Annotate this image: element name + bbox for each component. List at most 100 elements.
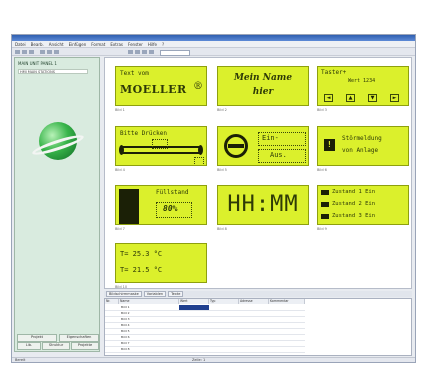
panel-text: Bitte Drücken <box>120 130 167 137</box>
conveyor-belt-lower <box>122 152 200 154</box>
panel-title: Mein Name <box>233 73 293 83</box>
lcd-panel-6[interactable]: ! Störmeldung von Anlage <box>317 126 409 166</box>
copy-icon[interactable] <box>47 50 52 54</box>
temperature-2: T= 21.5 °C <box>120 266 163 274</box>
table-row[interactable]: Bild 8 <box>105 347 305 353</box>
roller-left-icon <box>119 145 124 155</box>
tank-level-bar <box>119 189 139 224</box>
sidebar-title: MAIN UNIT PANEL 1 <box>18 61 57 66</box>
save-icon[interactable] <box>29 50 34 54</box>
fill-level-value: 80% <box>163 204 178 213</box>
menu-item-about[interactable]: ? <box>162 42 164 47</box>
menu-item-edit[interactable]: Bearb. <box>31 42 44 47</box>
warning-icon: ! <box>327 140 332 149</box>
panel-caption: Bild 10 <box>115 285 128 289</box>
switch-bar-icon <box>228 144 244 148</box>
clock-display: HH:MM <box>227 192 299 217</box>
lcd-panel-3[interactable]: Taster+ Wert 1234 ◄ ▲ ▼ ► <box>317 66 409 106</box>
cut-icon[interactable] <box>40 50 45 54</box>
app-window: Datei Bearb. Ansicht Einfügen Format Ext… <box>11 34 416 363</box>
status-icon <box>321 190 329 195</box>
align-icon[interactable] <box>149 50 154 54</box>
lcd-panel-5[interactable]: Ein- Aus. <box>217 126 309 166</box>
selected-cell[interactable] <box>179 305 209 310</box>
off-label: Aus. <box>270 151 287 159</box>
lcd-panel-7[interactable]: Füllstand 80% <box>115 185 207 225</box>
registered-icon: ® <box>193 81 203 92</box>
column-header[interactable]: Name <box>119 299 179 304</box>
sidebar-subtitle[interactable]: HMI MAIN STATIONS <box>18 69 88 74</box>
left-arrow-icon[interactable]: ◄ <box>324 94 333 102</box>
on-label: Ein- <box>262 134 279 142</box>
lcd-panel-9[interactable]: Zustand 1 Ein Zustand 2 Ein Zustand 3 Ei… <box>317 185 409 225</box>
tab-texts[interactable]: Texte <box>168 291 184 297</box>
menu-item-extras[interactable]: Extras <box>110 42 123 47</box>
zoom-select[interactable] <box>160 50 190 56</box>
column-header[interactable]: Adresse <box>239 299 269 304</box>
lcd-panel-2[interactable]: Mein Name hier <box>217 66 309 106</box>
project-sidebar: MAIN UNIT PANEL 1 HMI MAIN STATIONS Proj… <box>14 57 100 352</box>
menu-bar: Datei Bearb. Ansicht Einfügen Format Ext… <box>12 41 415 48</box>
open-icon[interactable] <box>22 50 27 54</box>
panel-caption: Bild 1 <box>115 108 125 112</box>
roller-right-icon <box>198 145 203 155</box>
status-row-1: Zustand 1 Ein <box>332 189 376 195</box>
lcd-panel-4[interactable]: Bitte Drücken <box>115 126 207 166</box>
column-header[interactable]: Nr. <box>105 299 119 304</box>
down-arrow-icon[interactable]: ▼ <box>368 94 377 102</box>
menu-item-view[interactable]: Ansicht <box>49 42 64 47</box>
data-grid: Nr. Name Wert Typ Adresse Kommentar Bild… <box>104 298 412 356</box>
status-icon <box>321 202 329 207</box>
right-arrow-icon[interactable]: ► <box>390 94 399 102</box>
panel-caption: Bild 7 <box>115 227 125 231</box>
tab-properties[interactable]: Eigenschaften <box>59 334 99 342</box>
column-header[interactable]: Kommentar <box>269 299 305 304</box>
column-header[interactable]: Wert <box>179 299 209 304</box>
panel-caption: Bild 6 <box>317 168 327 172</box>
panel-caption: Bild 2 <box>217 108 227 112</box>
moeller-logo: MOELLER <box>120 83 187 96</box>
editor-tab-row: Bildschirmmaske Variablen Texte <box>104 291 412 297</box>
tab-screen-mask[interactable]: Bildschirmmaske <box>106 291 142 297</box>
alarm-line-1: Störmeldung <box>342 135 382 142</box>
tab-library[interactable]: Lib. <box>17 342 41 350</box>
menu-item-window[interactable]: Fenster <box>128 42 143 47</box>
conveyor-item-icon <box>152 139 168 149</box>
tab-project[interactable]: Projekt <box>17 334 57 342</box>
tab-structure[interactable]: Struktur <box>42 342 70 350</box>
status-bar: Bereit Zeile: 1 <box>12 357 415 362</box>
panel-caption: Bild 3 <box>317 108 327 112</box>
lcd-panel-8[interactable]: HH:MM <box>217 185 309 225</box>
panel-caption: Bild 8 <box>217 227 227 231</box>
menu-item-file[interactable]: Datei <box>15 42 26 47</box>
menu-item-help[interactable]: Hilfe <box>148 42 157 47</box>
alarm-line-2: von Anlage <box>342 147 379 154</box>
grid-icon[interactable] <box>142 50 147 54</box>
button-icon[interactable] <box>194 157 204 165</box>
status-icon <box>321 214 329 219</box>
status-row-3: Zustand 3 Ein <box>332 213 376 219</box>
toolbar <box>12 48 415 56</box>
status-row-2: Zustand 2 Ein <box>332 201 376 207</box>
column-header[interactable]: Typ <box>209 299 239 304</box>
panel-text: Taster+ <box>321 69 347 76</box>
panel-subtitle: hier <box>252 87 274 97</box>
status-text: Bereit <box>15 358 26 362</box>
fill-level-label: Füllstand <box>156 189 189 196</box>
tab-variables[interactable]: Variablen <box>143 291 167 297</box>
panel-text: Text vom <box>120 70 149 77</box>
tab-projects[interactable]: Projekte <box>71 342 99 350</box>
zoom-out-icon[interactable] <box>135 50 140 54</box>
lcd-panel-1[interactable]: Text vom MOELLER ® <box>115 66 207 106</box>
menu-item-insert[interactable]: Einfügen <box>69 42 87 47</box>
panel-caption: Bild 4 <box>115 168 125 172</box>
status-position: Zeile: 1 <box>192 358 206 362</box>
panel-caption: Bild 5 <box>217 168 227 172</box>
menu-item-format[interactable]: Format <box>91 42 105 47</box>
new-icon[interactable] <box>15 50 20 54</box>
paste-icon[interactable] <box>54 50 59 54</box>
lcd-panel-10[interactable]: T= 25.3 °C T= 21.5 °C <box>115 243 207 283</box>
screen-editor-canvas[interactable]: Text vom MOELLER ® Bild 1 Mein Name hier… <box>104 57 412 289</box>
up-arrow-icon[interactable]: ▲ <box>346 94 355 102</box>
zoom-in-icon[interactable] <box>128 50 133 54</box>
